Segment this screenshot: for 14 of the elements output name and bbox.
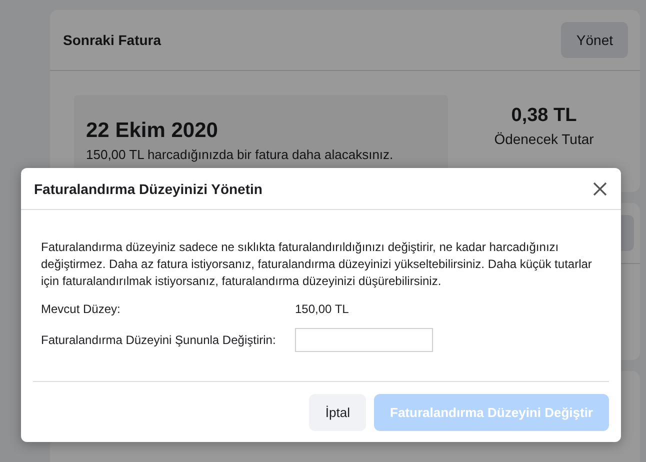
amount-due: 0,38 TL bbox=[511, 105, 577, 127]
current-level-value: 150,00 TL bbox=[295, 302, 349, 316]
close-icon[interactable] bbox=[593, 182, 607, 196]
new-level-label: Faturalandırma Düzeyini Şununla Değiştirin: bbox=[41, 333, 277, 347]
dialog-title: Faturalandırma Düzeyinizi Yönetin bbox=[34, 180, 262, 196]
bill-date: 22 Ekim 2020 bbox=[86, 119, 219, 143]
cancel-button[interactable]: İptal bbox=[309, 394, 366, 431]
bill-description: 150,00 TL harcadığınızda bir fatura daha alacaksınız. bbox=[86, 147, 394, 162]
card-title: Sonraki Fatura bbox=[63, 32, 162, 48]
amount-label: Ödenecek Tutar bbox=[494, 131, 594, 147]
manage-button[interactable]: Yönet bbox=[561, 22, 628, 58]
new-level-input[interactable] bbox=[295, 328, 433, 352]
current-level-label: Mevcut Düzey: bbox=[41, 302, 122, 316]
dialog-description: Faturalandırma düzeyiniz sadece ne sıklıkta faturalandırıldığınızı değiştirir, ne kadar harcadığınızı değiştirmez. Daha az fatura istiyorsanız, faturalandırma düzeyinizi yükseltebilirsiniz. Daha küçük tutarlar için faturalandırılmak istiyorsanız, faturalandırma düzeyinizi düşürebilirsiniz. bbox=[41, 239, 593, 290]
